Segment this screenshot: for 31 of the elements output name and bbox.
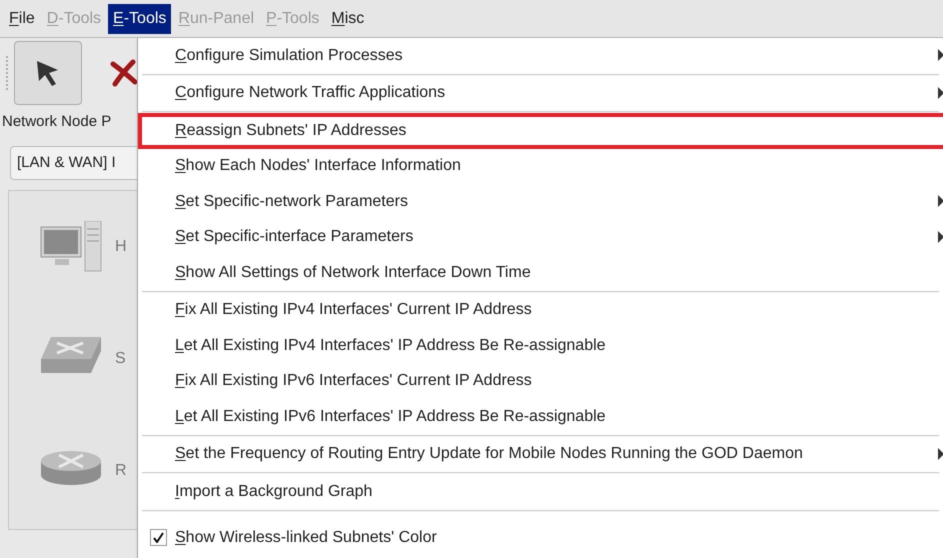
menu-item[interactable]: Set Specific-interface Parameters — [138, 225, 414, 250]
node-label: R — [115, 461, 127, 481]
menu-item[interactable]: Show Wireless-linked Subnets' Color — [175, 526, 437, 550]
menu-item[interactable]: Show Each Nodes' Interface Information — [138, 154, 461, 178]
menu-item[interactable]: Fix All Existing IPv4 Interfaces' Current IP Address — [138, 298, 532, 322]
submenu-arrow-icon — [938, 49, 943, 61]
menu-item[interactable]: Set the Frequency of Routing Entry Update for Mobile Nodes Running the GOD Daemon — [138, 442, 803, 466]
menu-item[interactable]: E-Tools — [108, 4, 172, 34]
menu-item[interactable]: Let All Existing IPv6 Interfaces' IP Address Be Re-assignable — [138, 404, 606, 429]
checkbox[interactable] — [150, 529, 167, 546]
menu-item[interactable]: Show All Settings of Network Interface Down Time — [138, 260, 531, 285]
node-label: H — [115, 237, 127, 257]
category-dropdown[interactable]: [LAN & WAN] I — [10, 146, 137, 180]
panel-title: Network Node P — [1, 112, 112, 132]
menu-item[interactable]: Set Specific-network Parameters — [138, 190, 408, 214]
computer-icon — [39, 221, 103, 273]
menu-item[interactable]: Import a Background Graph — [138, 480, 372, 504]
menu-item[interactable]: Configure Network Traffic Applications — [138, 81, 446, 106]
submenu-arrow-icon — [938, 195, 943, 207]
submenu-arrow-icon — [938, 230, 943, 242]
submenu-arrow-icon — [938, 448, 943, 460]
node-label: S — [115, 349, 126, 369]
menu-item[interactable]: Reassign Subnets' IP Addresses — [138, 118, 406, 143]
menu-item[interactable]: Misc — [326, 4, 370, 34]
menu-item[interactable]: Configure Simulation Processes — [138, 44, 403, 68]
menu-item[interactable]: Let All Existing IPv4 Interfaces' IP Address Be Re-assignable — [138, 334, 606, 358]
menu-item[interactable]: File — [4, 4, 40, 34]
submenu-arrow-icon — [938, 86, 943, 98]
pointer-tool-button[interactable] — [14, 41, 82, 105]
menu-item[interactable]: Fix All Existing IPv6 Interfaces' Current IP Address — [138, 369, 532, 394]
cross-icon — [109, 58, 137, 88]
